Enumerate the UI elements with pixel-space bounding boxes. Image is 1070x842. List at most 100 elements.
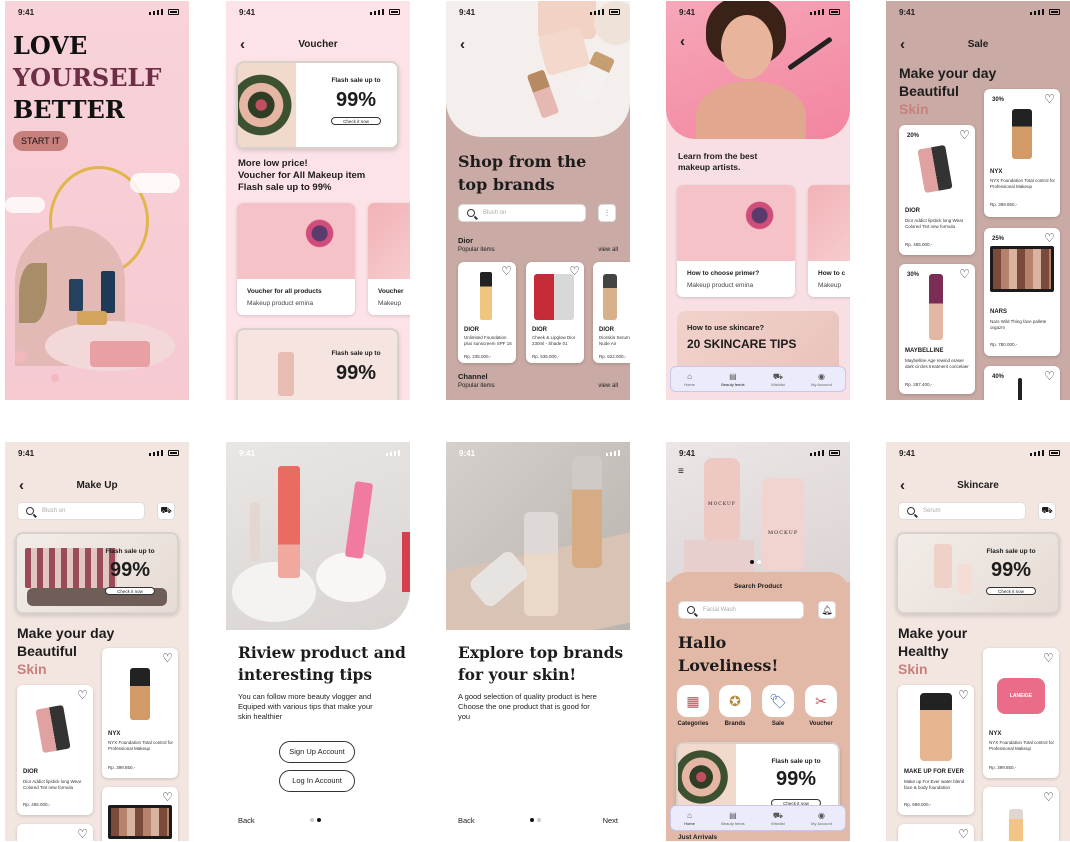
product-card[interactable]: ♡ DIOR Dior Addict lipstick long Wear Co… bbox=[17, 685, 93, 815]
flash-sale-banner[interactable]: Flash sale up to 99% Check it now bbox=[896, 532, 1060, 614]
cart-icon: ⛟ bbox=[772, 810, 783, 820]
product-price: Rp. 399.850,- bbox=[108, 765, 136, 770]
voucher-card[interactable]: Voucher Makeup bbox=[368, 203, 410, 315]
product-card[interactable]: ♡ LANEIGE NYX NYX Foundation Total contr… bbox=[983, 648, 1059, 778]
section-title: Channel bbox=[458, 372, 488, 381]
category-label: Sale bbox=[771, 721, 785, 727]
status-time: 9:41 bbox=[18, 8, 35, 17]
skincare-screen: 9:41 ‹ Skincare Serum ⛟ Flash sale up to… bbox=[886, 442, 1070, 841]
cosmetic-bottle bbox=[101, 271, 115, 313]
feed-icon: ▤ bbox=[729, 810, 737, 820]
filter-icon[interactable]: ⫶ bbox=[598, 204, 616, 222]
cart-icon[interactable]: ⛟ bbox=[157, 502, 175, 520]
product-card[interactable]: ♡ bbox=[17, 824, 93, 841]
search-input[interactable]: Facial Wash bbox=[678, 601, 804, 619]
flash-sale-banner[interactable]: Flash sale up to 99% Check it now bbox=[676, 742, 840, 812]
search-icon bbox=[26, 507, 34, 515]
bell-icon[interactable]: 🔔︎ bbox=[818, 601, 836, 619]
back-link[interactable]: Back bbox=[458, 816, 475, 825]
product-card[interactable]: DIOR Diorskin Serum Teint Nude Air Rp. 6… bbox=[593, 262, 630, 363]
flash-sale-banner[interactable]: Flash sale up to 99% Check it now bbox=[15, 532, 179, 614]
product-price: Rp. 287.400,- bbox=[905, 382, 933, 387]
back-arrow-icon[interactable]: ‹ bbox=[460, 37, 465, 52]
bottom-nav: ⌂ Home ▤ Beauty feeds ⛟ Wishlist ◉ My Accoun… bbox=[670, 366, 846, 392]
category-item[interactable]: ✪ Brands bbox=[718, 685, 752, 727]
heart-icon[interactable]: ♡ bbox=[958, 129, 971, 142]
nav-account[interactable]: ◉ My Account bbox=[811, 372, 832, 387]
headline: More low price! Voucher for All Makeup i… bbox=[238, 158, 365, 194]
heart-icon[interactable]: ♡ bbox=[1042, 652, 1055, 665]
heart-icon[interactable]: ♡ bbox=[957, 828, 970, 841]
headline-line: Beautiful bbox=[17, 643, 77, 659]
voucher-card[interactable]: Voucher for all products Makeup product … bbox=[237, 203, 355, 315]
nav-wishlist[interactable]: ⛟ Wishlist bbox=[771, 372, 785, 387]
heart-icon[interactable]: ♡ bbox=[76, 828, 89, 841]
flash-percent: 99% bbox=[109, 559, 151, 581]
product-price: Rp. 622.000,- bbox=[599, 354, 627, 359]
back-link[interactable]: Back bbox=[238, 816, 255, 825]
product-card[interactable]: 20% ♡ DIOR Dior Addict lipstick long Wea… bbox=[899, 125, 975, 255]
check-it-now-button[interactable]: Check it now bbox=[331, 117, 381, 125]
heart-icon[interactable]: ♡ bbox=[958, 268, 971, 281]
view-all-link[interactable]: view all bbox=[598, 247, 618, 253]
heart-icon[interactable]: ♡ bbox=[161, 791, 174, 804]
check-it-now-button[interactable]: Check it now bbox=[105, 587, 155, 595]
heading-line: interesting tips bbox=[238, 665, 373, 684]
product-card[interactable]: ♡ DIOR Unlimited Foundation plus sunscre… bbox=[458, 262, 516, 363]
heart-icon[interactable]: ♡ bbox=[1043, 232, 1056, 245]
product-card[interactable]: ♡ MAKE UP FOR EVER Make up For Ever wate… bbox=[898, 685, 974, 815]
menu-icon[interactable]: ≡ bbox=[678, 466, 684, 477]
nav-wishlist[interactable]: ⛟ Wishlist bbox=[771, 811, 785, 826]
flash-sale-banner[interactable]: Flash sale up to 99% bbox=[236, 328, 399, 400]
category-item[interactable]: ▦ Categories bbox=[676, 685, 710, 727]
article-card[interactable]: How to choose primer? Makeup product emi… bbox=[677, 185, 795, 297]
heart-icon[interactable]: ♡ bbox=[161, 652, 174, 665]
heart-icon[interactable]: ♡ bbox=[957, 689, 970, 702]
onboard-heading: Riview product and interesting tips bbox=[238, 642, 406, 686]
onboarding-explore-screen: 9:41 Explore top brands for your skin! A… bbox=[446, 442, 630, 841]
flash-label: Flash sale up to bbox=[331, 77, 381, 84]
log-in-button[interactable]: Log In Account bbox=[279, 770, 355, 792]
product-price: Rp. 535.000,- bbox=[532, 354, 560, 359]
product-card[interactable]: 40% ♡ bbox=[984, 366, 1060, 400]
nav-home[interactable]: ⌂ Home bbox=[684, 811, 695, 826]
search-input[interactable]: Blush on bbox=[17, 502, 145, 520]
next-link[interactable]: Next bbox=[603, 816, 618, 825]
heart-icon[interactable]: ♡ bbox=[1043, 370, 1056, 383]
heart-icon[interactable]: ♡ bbox=[76, 689, 89, 702]
search-input[interactable]: Serum bbox=[898, 502, 1026, 520]
page-title: Make Up bbox=[76, 480, 118, 491]
back-arrow-icon[interactable]: ‹ bbox=[680, 34, 685, 49]
page-title: Sale bbox=[967, 39, 989, 50]
nav-beauty-feeds[interactable]: ▤ Beauty feeds bbox=[721, 372, 744, 387]
article-card[interactable]: How to c Makeup bbox=[808, 185, 850, 297]
flash-sale-banner[interactable]: Flash sale up to 99% Check it now bbox=[236, 61, 399, 149]
product-card[interactable]: 25% ♡ NARS Nars Wild Thing face pallete … bbox=[984, 228, 1060, 356]
search-input[interactable]: Blush on bbox=[458, 204, 586, 222]
status-time: 9:41 bbox=[899, 449, 916, 458]
product-card[interactable]: ♡ bbox=[102, 787, 178, 841]
product-card[interactable]: ♡ DIOR Cheek & Lipglow Dior 230ml - Shad… bbox=[526, 262, 584, 363]
nav-home[interactable]: ⌂ Home bbox=[684, 372, 695, 387]
heart-icon[interactable]: ♡ bbox=[1043, 93, 1056, 106]
cart-icon[interactable]: ⛟ bbox=[1038, 502, 1056, 520]
view-all-link[interactable]: view all bbox=[598, 383, 618, 389]
check-it-now-button[interactable]: Check it now bbox=[986, 587, 1036, 595]
category-item[interactable]: ✂︎ Voucher bbox=[804, 685, 838, 727]
intro-line: Learn from the best bbox=[678, 151, 758, 161]
flash-label: Flash sale up to bbox=[105, 548, 155, 555]
heart-icon[interactable]: ♡ bbox=[1042, 791, 1055, 804]
product-card[interactable]: ♡ bbox=[983, 787, 1059, 841]
start-button[interactable]: START IT bbox=[13, 131, 68, 151]
product-card[interactable]: ♡ bbox=[898, 824, 974, 841]
product-card[interactable]: 30% ♡ NYX NYX Foundation Total control f… bbox=[984, 89, 1060, 217]
category-item[interactable]: 🏷︎ Sale bbox=[761, 685, 795, 727]
product-card[interactable]: ♡ NYX NYX Foundation Total control for P… bbox=[102, 648, 178, 778]
sign-up-button[interactable]: Sign Up Account bbox=[279, 741, 355, 763]
skincare-bottle-image bbox=[958, 564, 972, 594]
product-card[interactable]: 30% ♡ MAYBELLINE Maybelline Age rewind e… bbox=[899, 264, 975, 394]
nav-account[interactable]: ◉ My Account bbox=[811, 811, 832, 826]
heart-icon[interactable]: ♡ bbox=[500, 265, 513, 278]
nav-beauty-feeds[interactable]: ▤ Beauty feeds bbox=[721, 811, 744, 826]
jar-label: LANEIGE bbox=[1009, 693, 1033, 699]
